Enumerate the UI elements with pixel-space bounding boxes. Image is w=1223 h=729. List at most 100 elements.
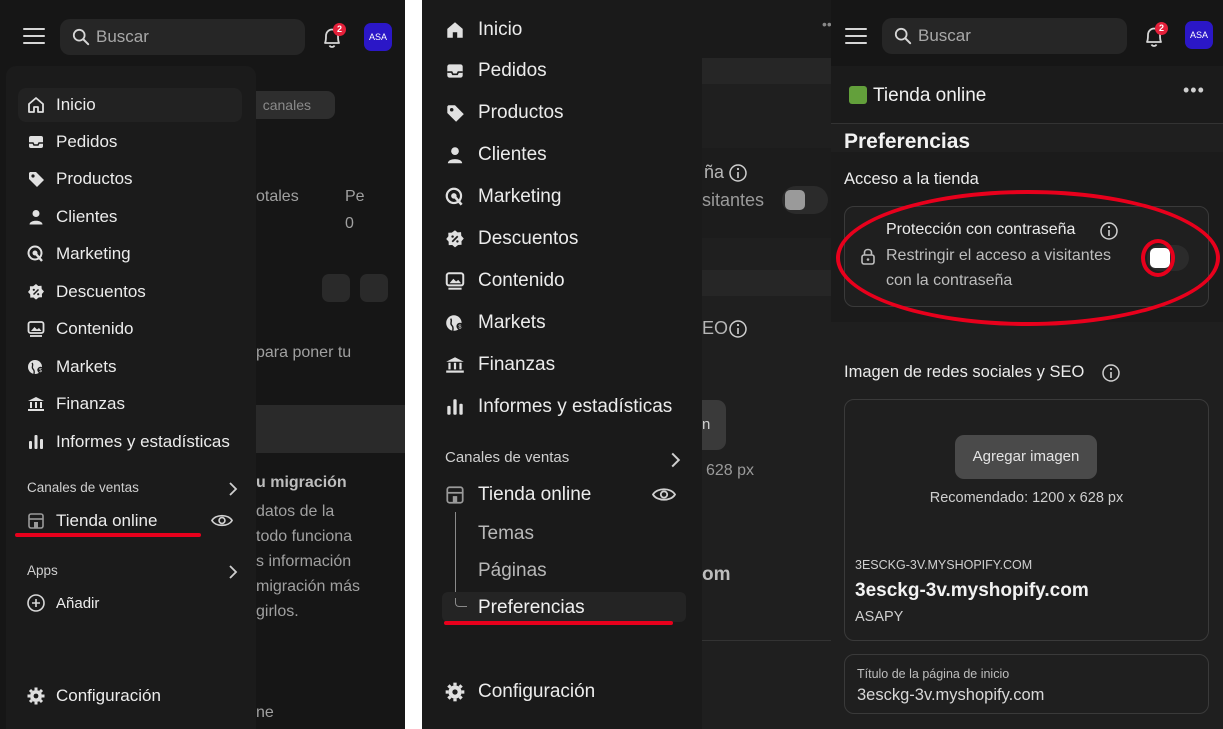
nav-item-informes[interactable]: Informes y estadísticas xyxy=(26,429,230,455)
nav-item-inicio[interactable]: Inicio xyxy=(444,16,522,44)
info-icon[interactable] xyxy=(1101,363,1121,383)
nav-item-productos[interactable]: Productos xyxy=(26,166,133,192)
panel-menu-expanded: Inicio Pedidos Productos Clientes Market… xyxy=(422,0,702,729)
nav-item-markets[interactable]: Markets xyxy=(444,309,546,337)
search-icon xyxy=(72,28,90,46)
nav-label: Pedidos xyxy=(478,60,547,81)
nav-label: Contenido xyxy=(56,319,134,338)
chevron-right-icon[interactable] xyxy=(670,452,681,468)
panel-preferences: Buscar 2 ASA Tienda online ••• Preferenc… xyxy=(831,0,1223,729)
nav-item-finanzas[interactable]: Finanzas xyxy=(26,391,125,417)
bg-domain-fragment: om xyxy=(702,564,731,585)
info-icon xyxy=(728,163,748,183)
nav-item-descuentos[interactable]: Descuentos xyxy=(26,279,146,305)
nav-item-contenido[interactable]: Contenido xyxy=(444,267,565,295)
bg-migration-line: todo funciona xyxy=(256,528,353,545)
nav-label: Markets xyxy=(56,357,117,376)
search-icon xyxy=(894,27,912,45)
hamburger-icon[interactable] xyxy=(845,28,867,44)
section-apps[interactable]: Apps xyxy=(27,563,58,578)
nav-item-finanzas[interactable]: Finanzas xyxy=(444,351,555,379)
notification-badge: 2 xyxy=(333,23,346,36)
subnav-item-pages[interactable]: Páginas xyxy=(478,560,547,582)
search-input[interactable]: Buscar xyxy=(882,18,1127,54)
target-icon xyxy=(444,186,466,208)
nav-item-settings[interactable]: Configuración xyxy=(26,683,161,709)
bg-password-fragment: ña xyxy=(704,162,725,182)
nav-label: Finanzas xyxy=(478,354,556,375)
subnav-item-preferences[interactable]: Preferencias xyxy=(478,597,585,619)
nav-item-clientes[interactable]: Clientes xyxy=(444,141,547,169)
preferences-page: Tienda online ••• Preferencias Acceso a … xyxy=(831,66,1223,729)
nav-item-inicio[interactable]: Inicio xyxy=(18,88,242,122)
top-bar: Buscar 2 ASA xyxy=(831,0,1223,66)
search-input[interactable]: Buscar xyxy=(60,19,305,55)
nav-item-contenido[interactable]: Contenido xyxy=(26,316,134,342)
search-placeholder: Buscar xyxy=(918,26,971,45)
bg-migration-title: u migración xyxy=(256,474,347,491)
globe-icon xyxy=(444,312,466,334)
bg-migration-line: girlos. xyxy=(256,603,299,620)
section-sales-channels[interactable]: Canales de ventas xyxy=(445,449,569,466)
hamburger-icon[interactable] xyxy=(23,28,45,44)
gear-icon xyxy=(444,681,466,703)
add-label: Añadir xyxy=(56,594,100,612)
nav-item-informes[interactable]: Informes y estadísticas xyxy=(444,393,672,421)
panel2-background-page: •• ña sitantes EO n 628 px om xyxy=(702,0,831,729)
channels-filter-label: canales xyxy=(262,97,311,113)
nav-item-pedidos[interactable]: Pedidos xyxy=(26,129,117,155)
person-icon xyxy=(444,144,466,166)
image-icon xyxy=(444,270,466,292)
bg-hint: para poner tu xyxy=(256,344,352,361)
info-icon xyxy=(728,319,748,339)
nav-label: Clientes xyxy=(56,207,118,226)
chevron-right-icon[interactable] xyxy=(228,565,238,579)
eye-icon[interactable] xyxy=(652,486,676,503)
person-icon xyxy=(26,207,46,227)
add-image-button[interactable]: Agregar imagen xyxy=(955,435,1097,479)
close-icon[interactable] xyxy=(322,274,350,302)
recommended-size: Recomendado: 1200 x 628 px xyxy=(929,490,1124,506)
nav-item-clientes[interactable]: Clientes xyxy=(26,204,117,230)
home-title-label: Título de la página de inicio xyxy=(857,667,1010,681)
avatar[interactable]: ASA xyxy=(364,23,392,51)
section-sales-channels[interactable]: Canales de ventas xyxy=(27,480,139,495)
home-title-field[interactable] xyxy=(844,654,1209,714)
bg-migration-line: datos de la xyxy=(256,503,335,520)
preview-domain-upper: 3ESCKG-3V.MYSHOPIFY.COM xyxy=(855,558,1033,572)
preview-domain: 3esckg-3v.myshopify.com xyxy=(855,580,1089,601)
nav-label: Configuración xyxy=(56,686,161,705)
subnav-item-themes[interactable]: Temas xyxy=(478,523,534,545)
nav-item-pedidos[interactable]: Pedidos xyxy=(444,57,547,85)
nav-item-online-store[interactable]: Tienda online xyxy=(444,481,591,509)
bg-topbar xyxy=(702,0,831,58)
tree-branch-icon xyxy=(455,598,467,607)
more-options-icon[interactable]: ••• xyxy=(1183,80,1205,101)
nav-label: Inicio xyxy=(478,19,523,40)
bg-collapsible-band xyxy=(255,405,405,453)
avatar[interactable]: ASA xyxy=(1185,21,1213,49)
nav-item-marketing[interactable]: Marketing xyxy=(444,183,561,211)
nav-label: Clientes xyxy=(478,144,547,165)
chevron-right-icon[interactable] xyxy=(228,482,238,496)
panel-separator xyxy=(405,0,422,729)
bg-visitors-fragment: sitantes xyxy=(702,190,765,210)
nav-item-productos[interactable]: Productos xyxy=(444,99,564,127)
home-title-value: 3esckg-3v.myshopify.com xyxy=(857,686,1045,704)
eye-icon[interactable] xyxy=(211,513,233,528)
nav-item-online-store[interactable]: Tienda online xyxy=(26,508,157,534)
nav-label: Marketing xyxy=(56,244,131,263)
bg-col2: Pe xyxy=(345,188,365,205)
chevron-up-icon[interactable] xyxy=(360,274,388,302)
nav-label: Marketing xyxy=(478,186,562,207)
nav-label: Productos xyxy=(478,102,564,123)
nav-item-marketing[interactable]: Marketing xyxy=(26,241,131,267)
nav-item-descuentos[interactable]: Descuentos xyxy=(444,225,578,253)
nav-item-markets[interactable]: Markets xyxy=(26,354,116,380)
bg-col1: otales xyxy=(256,188,299,205)
nav-label: Informes y estadísticas xyxy=(478,396,673,417)
nav-item-settings[interactable]: Configuración xyxy=(444,678,595,706)
red-underline-annotation xyxy=(444,621,673,625)
add-app-button[interactable]: Añadir xyxy=(26,590,99,616)
tag-icon xyxy=(444,102,466,124)
